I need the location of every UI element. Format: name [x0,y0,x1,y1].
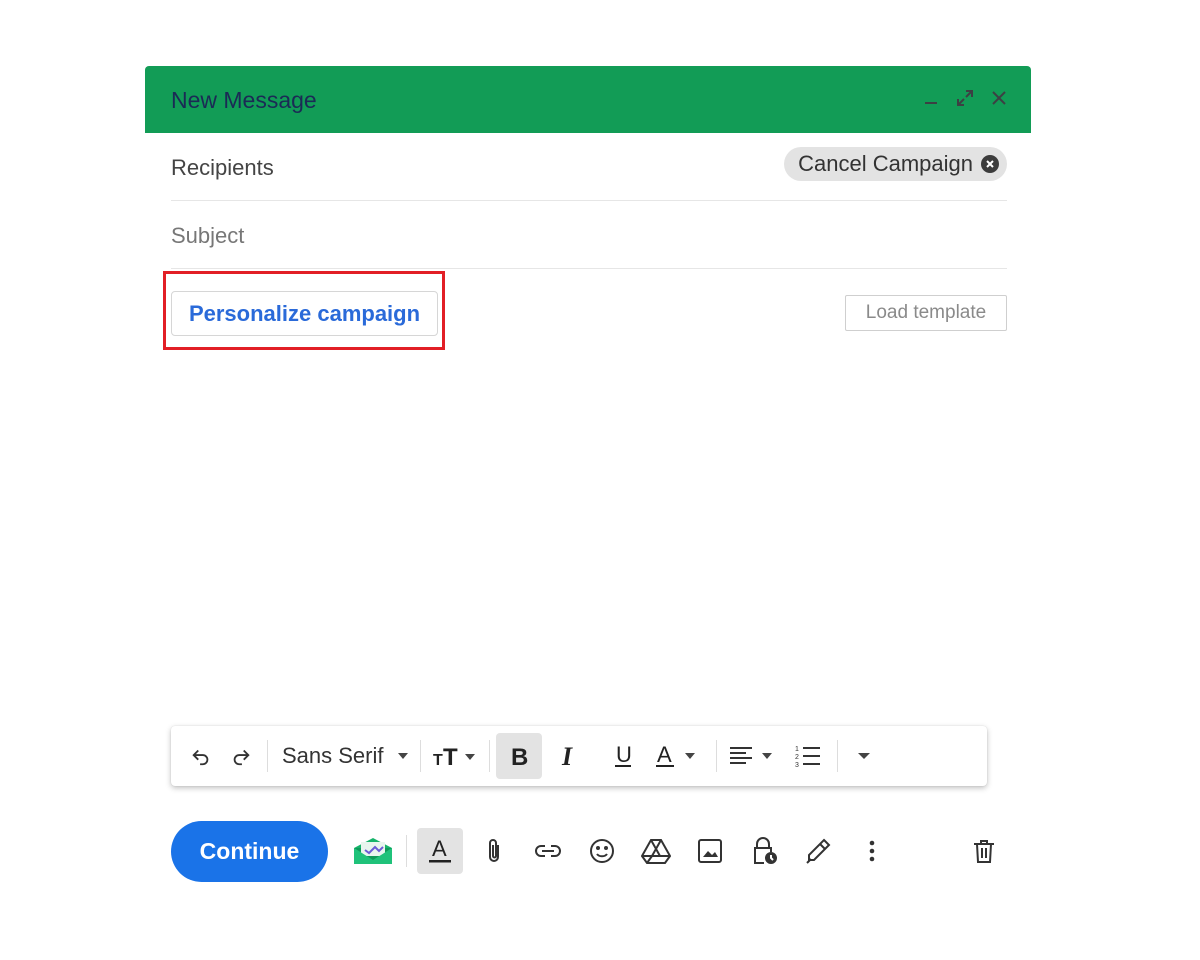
delete-draft-icon[interactable] [961,828,1007,874]
svg-text:B: B [511,744,528,768]
font-family-value: Sans Serif [282,743,384,768]
confidential-mode-icon[interactable] [741,828,787,874]
subject-placeholder: Subject [171,223,245,248]
recipients-field[interactable]: Recipients Cancel Campaign [171,133,1007,201]
svg-text:3: 3 [795,762,799,768]
close-icon[interactable] [987,86,1011,110]
chevron-down-icon[interactable] [392,733,414,779]
cancel-campaign-chip[interactable]: Cancel Campaign [784,147,1007,181]
align-icon[interactable] [723,733,785,779]
signature-icon[interactable] [795,828,841,874]
link-icon[interactable] [525,828,571,874]
minimize-icon[interactable] [919,86,943,110]
toolbar-divider [406,835,407,867]
formatting-options-icon[interactable]: A [417,828,463,874]
redo-icon[interactable] [221,733,261,779]
svg-text:I: I [561,744,573,768]
compose-window: New Message Recipients Cancel Campaign S [145,66,1031,906]
more-formatting-icon[interactable] [844,733,884,779]
toolbar-divider [488,740,490,772]
load-template-button[interactable]: Load template [845,295,1007,331]
bottom-toolbar: Continue A [171,820,1007,882]
undo-icon[interactable] [181,733,221,779]
svg-text:T: T [433,752,443,768]
more-options-icon[interactable] [849,828,895,874]
font-family-select[interactable]: Sans Serif [274,733,392,779]
subject-field[interactable]: Subject [171,200,1007,269]
toolbar-divider [419,740,421,772]
bold-icon[interactable]: B [495,733,542,779]
personalize-campaign-button[interactable]: Personalize campaign [171,291,438,336]
text-color-icon[interactable]: A [650,733,710,779]
continue-button[interactable]: Continue [171,820,328,882]
expand-icon[interactable] [953,86,977,110]
svg-text:2: 2 [795,754,799,761]
drive-icon[interactable] [633,828,679,874]
chip-label: Cancel Campaign [798,151,973,176]
compose-header: New Message [145,66,1031,133]
toolbar-divider [267,740,268,772]
toolbar-divider [836,740,838,772]
window-controls [919,86,1011,110]
mail-extension-icon[interactable] [350,828,396,874]
emoji-icon[interactable] [579,828,625,874]
chip-remove-icon[interactable] [981,155,999,173]
italic-icon[interactable]: I [542,733,596,779]
svg-text:A: A [432,837,447,861]
svg-text:U: U [616,743,632,767]
numbered-list-icon[interactable]: 123 [785,733,831,779]
recipients-label: Recipients [171,155,274,180]
formatting-toolbar: Sans Serif T T B I U A 1 2 3 [171,726,987,786]
underline-icon[interactable]: U [596,733,650,779]
attach-icon[interactable] [471,828,517,874]
toolbar-divider [715,740,717,772]
compose-title: New Message [171,87,317,113]
insert-photo-icon[interactable] [687,828,733,874]
svg-text:1: 1 [795,746,799,753]
font-size-icon[interactable]: T T [427,733,483,779]
svg-text:A: A [657,743,672,767]
svg-text:T: T [443,744,458,768]
